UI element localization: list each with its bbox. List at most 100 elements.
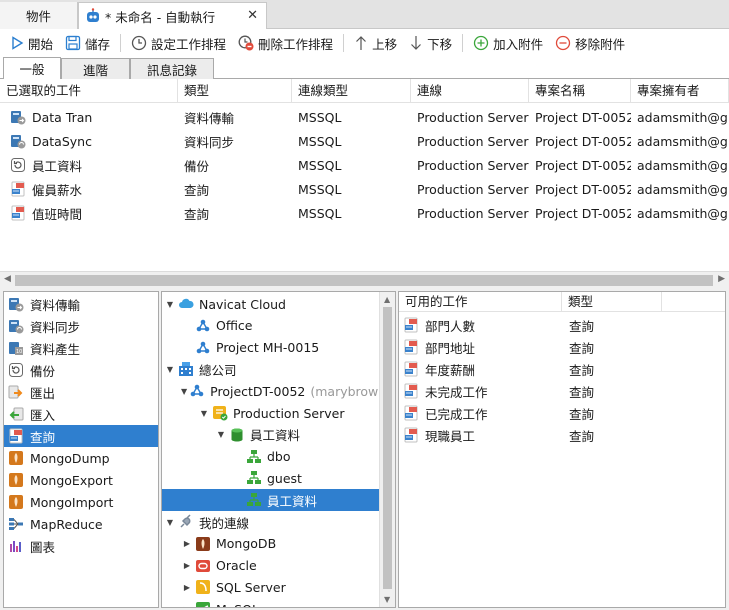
move-down-button[interactable]: 下移	[405, 31, 456, 55]
tree-node[interactable]: ▼ 我的連線	[162, 511, 379, 533]
header-project-name[interactable]: 專案名稱	[529, 79, 631, 103]
delete-schedule-button[interactable]: 刪除工作排程	[234, 31, 337, 55]
remove-attachment-button[interactable]: 移除附件	[551, 31, 629, 55]
job-type-label: 資料產生	[30, 341, 81, 357]
tab-advanced[interactable]: 進階	[61, 58, 130, 79]
table-row[interactable]: 部門地址 查詢	[399, 336, 725, 358]
tree-node[interactable]: Project MH-0015	[162, 337, 379, 359]
available-job-name: 現職員工	[425, 428, 476, 444]
sync-icon	[10, 133, 26, 149]
job-type-item[interactable]: 圖表	[4, 535, 158, 557]
cell-available-job: 部門人數	[403, 314, 475, 336]
header-available-job[interactable]: 可用的工作	[399, 292, 562, 312]
tab-objects[interactable]: 物件	[0, 2, 78, 29]
set-schedule-button[interactable]: 設定工作排程	[127, 31, 230, 55]
project-owner-text: adamsmith@gmail.com	[637, 133, 729, 149]
expand-arrow-icon[interactable]: ▶	[181, 605, 193, 607]
project-owner-text: adamsmith@gmail.com	[637, 157, 729, 173]
horizontal-scrollbar[interactable]: ◀ ▶	[0, 271, 729, 288]
start-button[interactable]: 開始	[6, 31, 57, 55]
close-tab-icon[interactable]: ✕	[247, 8, 258, 23]
add-attachment-button[interactable]: 加入附件	[469, 31, 547, 55]
table-row[interactable]: 部門人數 查詢	[399, 314, 725, 336]
expand-arrow-icon[interactable]: ▶	[181, 561, 193, 570]
expand-arrow-icon[interactable]: ▶	[181, 539, 193, 548]
available-jobs-table: 可用的工作 類型 部門人數 查詢 部門地址 查詢 年度薪酬 查詢 未完成工作 查詢 已完成工作查…	[398, 291, 726, 608]
collapse-arrow-icon[interactable]: ▼	[198, 409, 210, 418]
tree-node[interactable]: guest	[162, 467, 379, 489]
header-connection-type[interactable]: 連線類型	[292, 79, 411, 103]
job-type-text: 資料同步	[184, 134, 235, 150]
tab-message-log[interactable]: 訊息記錄	[130, 58, 214, 79]
job-type-item[interactable]: 匯出	[4, 381, 158, 403]
tree-node[interactable]: ▶ MongoDB	[162, 533, 379, 555]
tab-automation[interactable]: * 未命名 - 自動執行 ✕	[78, 2, 267, 29]
save-icon	[65, 35, 81, 51]
tree-node[interactable]: ▶ Oracle	[162, 555, 379, 577]
job-type-item[interactable]: MapReduce	[4, 513, 158, 535]
collapse-arrow-icon[interactable]: ▼	[181, 387, 187, 396]
job-type-item[interactable]: 備份	[4, 359, 158, 381]
query-icon	[403, 383, 419, 399]
collapse-arrow-icon[interactable]: ▼	[215, 430, 227, 439]
cell-connection-type: MSSQL	[292, 201, 411, 225]
table-row[interactable]: 值班時間 查詢 MSSQL Production Server Project DT-0…	[0, 201, 729, 225]
table-row[interactable]: 現職員工 查詢	[399, 424, 725, 446]
tree-node[interactable]: ▼ Production Server	[162, 402, 379, 424]
tree-node[interactable]: ▶ SQL Server	[162, 576, 379, 598]
job-type-item[interactable]: 101 資料產生	[4, 337, 158, 359]
move-up-button[interactable]: 上移	[350, 31, 401, 55]
delete-schedule-label: 刪除工作排程	[258, 36, 334, 52]
header-type[interactable]: 類型	[178, 79, 292, 103]
tree-node[interactable]: ▶ MySQL	[162, 598, 379, 607]
tree-node[interactable]: Office	[162, 315, 379, 337]
table-row[interactable]: 員工資料 備份 MSSQL Production Server Project DT-0…	[0, 153, 729, 177]
save-button[interactable]: 儲存	[61, 31, 114, 55]
scroll-left-icon[interactable]: ◀	[4, 274, 11, 284]
table-row[interactable]: Data Tran 資料傳輸 MSSQL Production Server Proje…	[0, 105, 729, 129]
table-row[interactable]: 未完成工作 查詢	[399, 380, 725, 402]
table-row[interactable]: 已完成工作 查詢	[399, 402, 725, 424]
collapse-arrow-icon[interactable]: ▼	[164, 365, 176, 374]
vertical-scrollbar[interactable]: ▲ ▼	[379, 292, 395, 607]
chart-icon	[8, 538, 24, 554]
scrollbar-thumb[interactable]	[383, 307, 392, 589]
sync-icon	[8, 318, 24, 334]
query-icon	[403, 361, 419, 377]
job-type-item[interactable]: MongoExport	[4, 469, 158, 491]
cell-project-name: Project DT-0052	[529, 105, 631, 129]
tree-node[interactable]: dbo	[162, 446, 379, 468]
tab-general[interactable]: 一般	[3, 57, 61, 79]
header-type[interactable]: 類型	[562, 292, 662, 312]
job-type-item[interactable]: MongoImport	[4, 491, 158, 513]
job-type-item[interactable]: MongoDump	[4, 447, 158, 469]
tree-node[interactable]: ▼ Navicat Cloud	[162, 293, 379, 315]
project-name-text: Project DT-0052	[535, 133, 631, 149]
table-row[interactable]: 年度薪酬 查詢	[399, 358, 725, 380]
toolbar-divider	[462, 34, 464, 52]
scroll-up-icon[interactable]: ▲	[384, 295, 390, 304]
tree-node-label: Project MH-0015	[216, 340, 320, 356]
tree-node[interactable]: ▼ 員工資料	[162, 424, 379, 446]
job-type-item[interactable]: 資料傳輸	[4, 293, 158, 315]
header-connection[interactable]: 連線	[411, 79, 529, 103]
tree-node[interactable]: ▼ 總公司	[162, 358, 379, 380]
cell-project-owner: adamsmith@gmail.com	[631, 105, 729, 129]
tree-node[interactable]: ▼ ProjectDT-0052 (marybrown	[162, 380, 386, 402]
plus-circle-icon	[473, 35, 489, 51]
header-selected-job[interactable]: 已選取的工件	[0, 79, 178, 103]
collapse-arrow-icon[interactable]: ▼	[164, 300, 176, 309]
header-project-owner[interactable]: 專案擁有者	[631, 79, 729, 103]
job-type-item[interactable]: 查詢	[4, 425, 158, 447]
collapse-arrow-icon[interactable]: ▼	[164, 518, 176, 527]
scrollbar-thumb[interactable]	[15, 275, 713, 286]
expand-arrow-icon[interactable]: ▶	[181, 583, 193, 592]
scroll-right-icon[interactable]: ▶	[718, 274, 725, 284]
connection-name-text: Production Server	[417, 181, 529, 197]
job-type-item[interactable]: 匯入	[4, 403, 158, 425]
job-type-item[interactable]: 資料同步	[4, 315, 158, 337]
table-row[interactable]: 僱員薪水 查詢 MSSQL Production Server Project DT-0…	[0, 177, 729, 201]
scroll-down-icon[interactable]: ▼	[384, 595, 390, 604]
tree-node[interactable]: 員工資料	[162, 489, 379, 512]
table-row[interactable]: DataSync 資料同步 MSSQL Production Server Projec…	[0, 129, 729, 153]
